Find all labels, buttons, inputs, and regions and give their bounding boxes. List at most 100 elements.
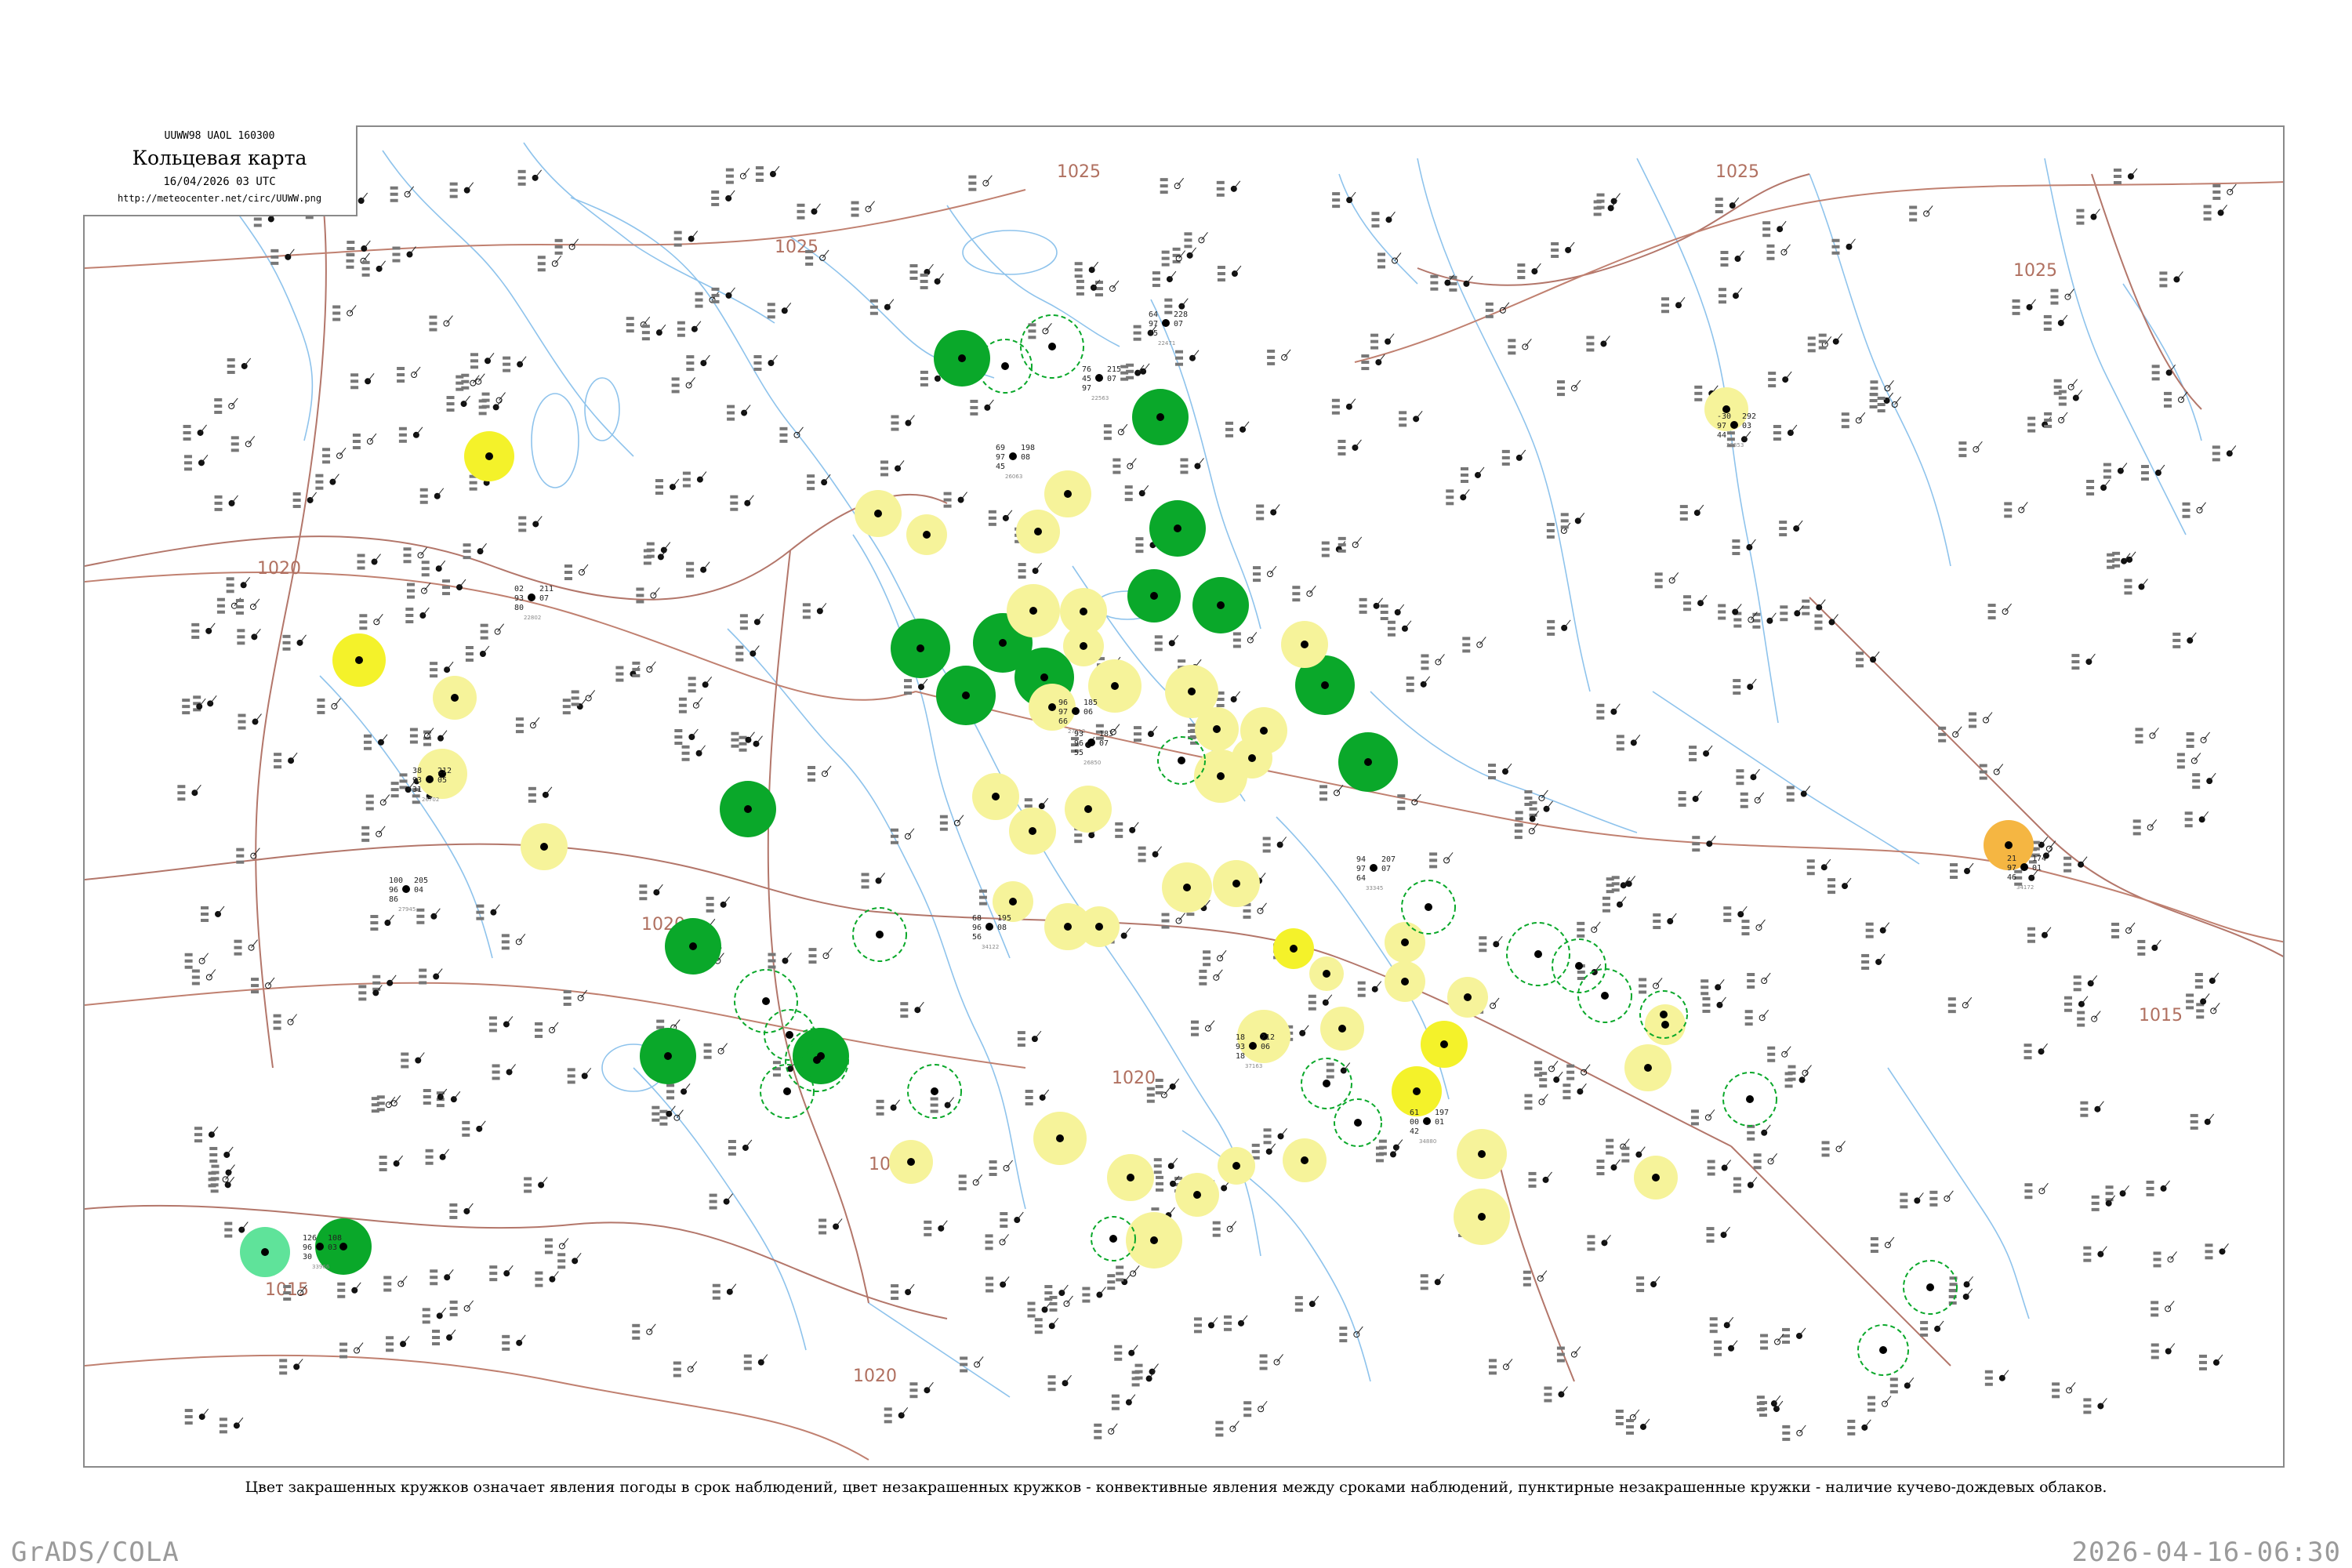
- weather-circle[interactable]: [1903, 1260, 1958, 1315]
- station-dot: [2058, 390, 2083, 406]
- weather-circle[interactable]: [1385, 922, 1425, 963]
- weather-circle[interactable]: [1552, 938, 1606, 993]
- weather-circle[interactable]: [1447, 977, 1488, 1018]
- station-dot: [709, 1193, 734, 1210]
- weather-circle[interactable]: [1385, 961, 1425, 1002]
- weather-circle[interactable]: [1334, 1098, 1382, 1147]
- weather-circle[interactable]: [852, 907, 907, 962]
- weather-circle[interactable]: [936, 666, 996, 725]
- station-value: 08: [997, 924, 1007, 932]
- weather-circle[interactable]: [889, 1140, 933, 1184]
- weather-circle[interactable]: [1157, 736, 1206, 785]
- station-dot: [1017, 1030, 1042, 1047]
- weather-circle[interactable]: [1506, 922, 1570, 986]
- title-box: UUWW98 UAOL 160300 Кольцевая карта 16/04…: [83, 125, 358, 216]
- station-dot: [209, 1146, 234, 1163]
- station-dot: [352, 433, 377, 450]
- station-dot: [1773, 424, 1798, 441]
- weather-circle[interactable]: [1320, 1007, 1364, 1051]
- station-value: 45: [996, 463, 1005, 471]
- weather-circle[interactable]: [1079, 906, 1120, 947]
- weather-circle[interactable]: [1421, 1021, 1468, 1068]
- station-mark: [339, 1243, 347, 1250]
- weather-circle[interactable]: [521, 823, 568, 870]
- weather-circle[interactable]: [1273, 928, 1314, 969]
- weather-circle[interactable]: [1162, 862, 1212, 913]
- map-url[interactable]: http://meteocenter.net/circ/UUWW.png: [83, 193, 356, 204]
- station-dot: [1155, 1078, 1180, 1094]
- weather-circle[interactable]: [1016, 510, 1060, 554]
- weather-circle[interactable]: [1634, 1156, 1678, 1200]
- station-22563[interactable]: 76 215 4597 07 22563: [1082, 365, 1121, 401]
- weather-circle[interactable]: [855, 490, 902, 537]
- weather-circle[interactable]: [1132, 389, 1189, 445]
- weather-circle[interactable]: [464, 431, 514, 481]
- weather-circle[interactable]: [1127, 569, 1181, 622]
- weather-circle[interactable]: [1624, 1044, 1671, 1091]
- station-dot: [347, 240, 371, 257]
- weather-circle[interactable]: [1281, 621, 1328, 668]
- station-value: 97: [1717, 422, 1726, 430]
- weather-circle[interactable]: [1107, 1154, 1154, 1201]
- weather-circle[interactable]: [1454, 1189, 1510, 1245]
- weather-circle[interactable]: [891, 619, 950, 678]
- station-dot: [1807, 336, 1832, 353]
- weather-circle[interactable]: [1063, 626, 1104, 666]
- weather-circle[interactable]: [1338, 732, 1398, 792]
- weather-circle[interactable]: [433, 676, 477, 720]
- weather-map[interactable]: 1025 1025 1025 1025 1020 1020 1020 1020 …: [85, 127, 2285, 1468]
- weather-circle[interactable]: [1195, 707, 1239, 751]
- weather-circle[interactable]: [793, 1028, 849, 1084]
- weather-circle[interactable]: [1218, 1147, 1255, 1185]
- station-34122[interactable]: 68 195 9656 08 34122: [972, 914, 1011, 950]
- station-27945[interactable]: 100 205 9686 04 27945: [389, 877, 428, 913]
- station-26850[interactable]: 93 183 9655 07 26850: [1074, 730, 1113, 766]
- isobar-label: 1025: [775, 238, 818, 257]
- station-dot: [1577, 921, 1601, 938]
- weather-circle[interactable]: [1029, 684, 1076, 731]
- weather-circle[interactable]: [1009, 808, 1056, 855]
- station-26063[interactable]: 69 198 9745 08 26063: [996, 444, 1035, 480]
- station-mark: [992, 793, 1000, 800]
- weather-circle[interactable]: [1645, 1004, 1686, 1045]
- weather-circle[interactable]: [665, 918, 721, 975]
- station-33345[interactable]: 94 207 9764 07 33345: [1356, 855, 1396, 891]
- weather-circle[interactable]: [240, 1227, 290, 1277]
- weather-circle[interactable]: [1192, 577, 1249, 633]
- weather-circle[interactable]: [1722, 1072, 1777, 1127]
- station-dot: [1606, 1138, 1630, 1155]
- weather-circle[interactable]: [1577, 968, 1632, 1023]
- weather-circle[interactable]: [906, 514, 947, 555]
- weather-circle[interactable]: [1232, 738, 1272, 779]
- station-dot: [2176, 753, 2201, 769]
- weather-circle[interactable]: [1065, 786, 1112, 833]
- weather-circle[interactable]: [1126, 1212, 1182, 1269]
- weather-circle[interactable]: [1044, 470, 1091, 517]
- station-dot: [655, 478, 680, 495]
- weather-circle[interactable]: [1149, 500, 1206, 557]
- weather-circle[interactable]: [1309, 956, 1344, 991]
- weather-circle[interactable]: [1175, 1173, 1219, 1217]
- labeled-stations[interactable]: 76 2154597072256364 2289745072247169 198974…: [303, 310, 2046, 1270]
- station-dot: [1259, 1354, 1283, 1370]
- weather-circle[interactable]: [720, 781, 776, 837]
- weather-circle[interactable]: [1033, 1112, 1087, 1165]
- map-frame[interactable]: 1025 1025 1025 1025 1020 1020 1020 1020 …: [83, 125, 2285, 1468]
- weather-circle[interactable]: [1283, 1138, 1327, 1182]
- station-34880[interactable]: 61 197 0042 01 34880: [1410, 1109, 1449, 1145]
- station-dot: [1154, 635, 1179, 652]
- station-dot: [365, 794, 390, 811]
- weather-circle[interactable]: [1007, 584, 1060, 637]
- station-value: 00: [1410, 1118, 1419, 1127]
- weather-circle[interactable]: [972, 773, 1019, 820]
- station-dot: [489, 1265, 514, 1282]
- station-value: 61: [1410, 1109, 1419, 1117]
- station-value: 66: [1058, 717, 1068, 726]
- weather-circle[interactable]: [1301, 1058, 1352, 1109]
- weather-circle[interactable]: [640, 1028, 696, 1084]
- station-dot: [1544, 1386, 1568, 1403]
- weather-circle[interactable]: [332, 633, 386, 687]
- weather-circle[interactable]: [1857, 1324, 1909, 1376]
- weather-circle[interactable]: [1457, 1129, 1507, 1179]
- weather-circle[interactable]: [1213, 860, 1260, 907]
